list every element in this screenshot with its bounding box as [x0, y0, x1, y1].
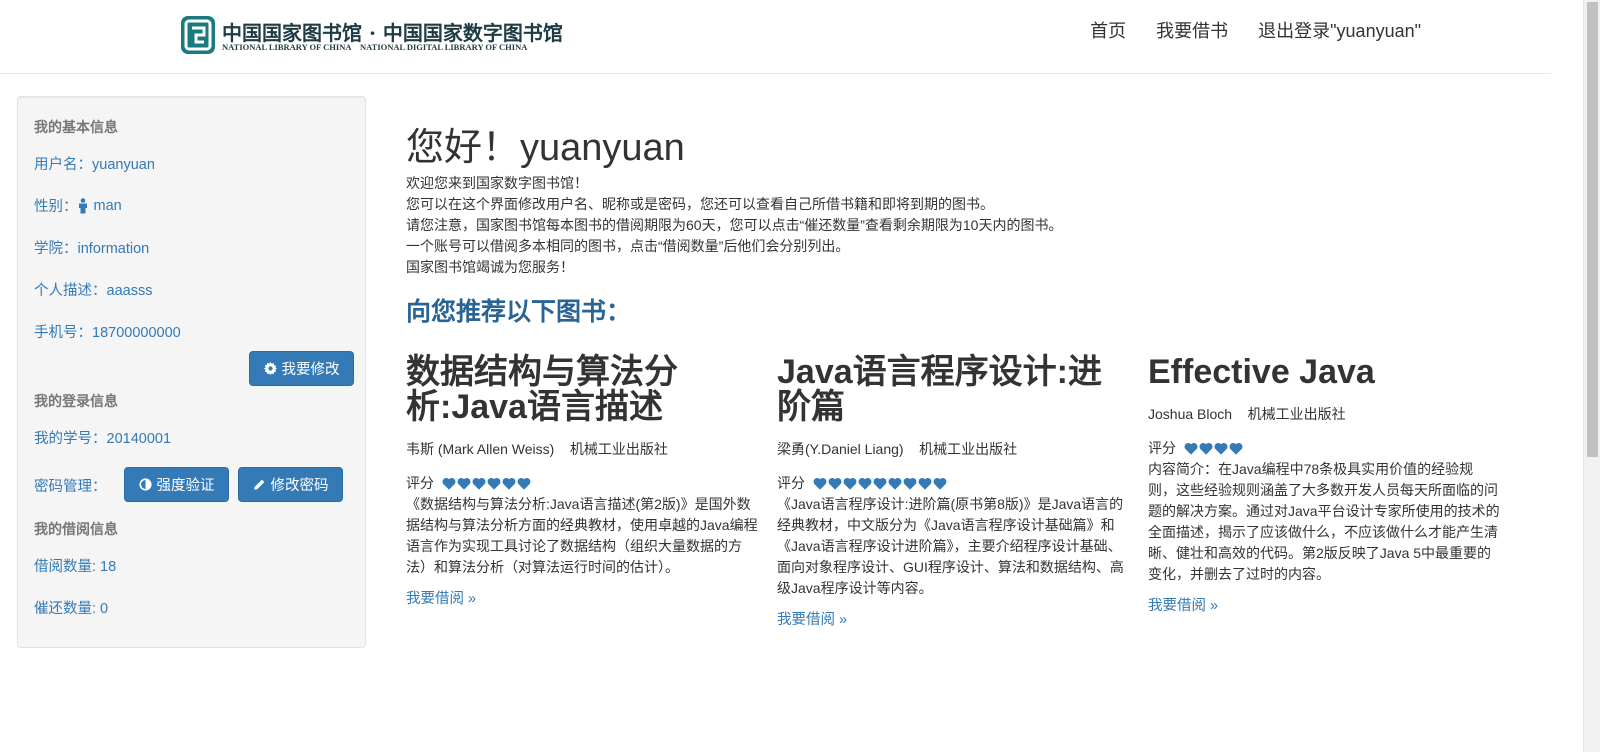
- nav-borrow-books[interactable]: 我要借书: [1156, 20, 1228, 42]
- greeting-title: 您好！yuanyuan: [406, 127, 685, 169]
- heart-icon: [828, 477, 842, 490]
- page-scrollbar[interactable]: [1583, 0, 1600, 752]
- heart-icon: [457, 477, 471, 490]
- book-card: 数据结构与算法分析:Java语言描述 韦斯 (Mark Allen Weiss)…: [406, 355, 758, 608]
- book-description: 内容简介：在Java编程中78条极具实用价值的经验规则，这些经验规则涵盖了大多数…: [1148, 461, 1500, 582]
- rating-label: 评分: [1148, 440, 1176, 456]
- book-author: 韦斯 (Mark Allen Weiss): [406, 441, 555, 457]
- change-password-button[interactable]: 修改密码: [238, 467, 343, 502]
- heart-icon: [487, 477, 501, 490]
- logo-english-text-right: NATIONAL DIGITAL LIBRARY OF CHINA: [360, 42, 528, 52]
- intro-line: 一个账号可以借阅多本相同的图书，点击“借阅数量”后他们会分别列出。: [406, 238, 850, 254]
- heart-icon: [933, 477, 947, 490]
- change-password-label: 修改密码: [270, 478, 329, 494]
- book-meta: 韦斯 (Mark Allen Weiss) 机械工业出版社: [406, 439, 758, 459]
- password-strength-button[interactable]: 强度验证: [124, 467, 229, 502]
- student-id-field: 我的学号：20140001: [34, 431, 172, 447]
- heart-icon: [918, 477, 932, 490]
- rating-hearts: [442, 477, 531, 490]
- book-rating: 评分: [777, 474, 1129, 492]
- heart-icon: [502, 477, 516, 490]
- recommend-heading: 向您推荐以下图书：: [406, 298, 632, 326]
- borrow-book-link[interactable]: 我要借阅 »: [1148, 594, 1218, 615]
- scrollbar-thumb[interactable]: [1587, 2, 1598, 457]
- book-publisher: 机械工业出版社: [569, 441, 668, 457]
- rating-hearts: [813, 477, 947, 490]
- heart-icon: [858, 477, 872, 490]
- heart-icon: [1229, 442, 1243, 455]
- gender-value: man: [93, 197, 122, 214]
- heart-icon: [813, 477, 827, 490]
- book-rating: 评分: [406, 474, 758, 492]
- heart-icon: [517, 477, 531, 490]
- book-description: 《Java语言程序设计:进阶篇(原书第8版)》是Java语言的经典教材，中文版分…: [777, 496, 1124, 596]
- book-card: Effective Java Joshua Bloch 机械工业出版社 评分 内…: [1148, 355, 1500, 615]
- book-meta: Joshua Bloch 机械工业出版社: [1148, 404, 1500, 424]
- intro-line: 国家图书馆竭诚为您服务！: [406, 259, 574, 275]
- book-description: 《数据结构与算法分析:Java语言描述(第2版)》是国外数据结构与算法分析方面的…: [406, 496, 758, 575]
- nav-logout[interactable]: 退出登录"yuanyuan": [1258, 20, 1421, 42]
- rating-label: 评分: [406, 475, 434, 491]
- rating-label: 评分: [777, 475, 805, 491]
- user-info-panel: 我的基本信息 用户名：yuanyuan 性别： man 学院：informati…: [17, 96, 366, 648]
- heart-icon: [472, 477, 486, 490]
- intro-line: 欢迎您来到国家数字图书馆！: [406, 175, 588, 191]
- basic-info-heading: 我的基本信息: [34, 119, 118, 135]
- book-rating: 评分: [1148, 439, 1500, 457]
- password-management-label: 密码管理：: [34, 479, 107, 495]
- top-navbar: 中国国家图书馆 · 中国国家数字图书馆 NATIONAL LIBRARY OF …: [0, 0, 1551, 74]
- book-publisher: 机械工业出版社: [1247, 406, 1346, 422]
- main-nav: 首页 我要借书 退出登录"yuanyuan": [1090, 20, 1421, 42]
- heart-icon: [1184, 442, 1198, 455]
- borrow-book-link[interactable]: 我要借阅 »: [777, 608, 847, 629]
- library-logo[interactable]: 中国国家图书馆 · 中国国家数字图书馆 NATIONAL LIBRARY OF …: [180, 15, 563, 57]
- intro-line: 您可以在这个界面修改用户名、昵称或是密码，您还可以查看自己所借书籍和即将到期的图…: [406, 196, 994, 212]
- book-title: Effective Java: [1148, 353, 1375, 391]
- heart-icon: [888, 477, 902, 490]
- gender-field: 性别： man: [34, 195, 122, 216]
- heart-icon: [903, 477, 917, 490]
- intro-line: 请您注意，国家图书馆每本图书的借阅期限为60天，您可以点击“催还数量”查看剩余期…: [406, 217, 1063, 233]
- book-author: 梁勇(Y.Daniel Liang): [777, 441, 904, 457]
- intro-text: 欢迎您来到国家数字图书馆！ 您可以在这个界面修改用户名、昵称或是密码，您还可以查…: [406, 173, 1062, 278]
- book-title: 数据结构与算法分析:Java语言描述: [406, 353, 678, 426]
- edit-profile-label: 我要修改: [281, 362, 340, 378]
- gender-label: 性别：: [34, 199, 78, 215]
- logo-english-text-left: NATIONAL LIBRARY OF CHINA: [222, 42, 352, 52]
- book-meta: 梁勇(Y.Daniel Liang) 机械工业出版社: [777, 439, 1129, 459]
- heart-icon: [1214, 442, 1228, 455]
- return-count-link[interactable]: 催还数量: 0: [34, 597, 108, 618]
- college-field: 学院：information: [34, 241, 150, 257]
- heart-icon: [1199, 442, 1213, 455]
- login-info-heading: 我的登录信息: [34, 393, 118, 409]
- book-publisher: 机械工业出版社: [919, 441, 1018, 457]
- rating-hearts: [1184, 442, 1243, 455]
- book-card: Java语言程序设计:进阶篇 梁勇(Y.Daniel Liang) 机械工业出版…: [777, 355, 1129, 629]
- borrow-info-heading: 我的借阅信息: [34, 521, 118, 537]
- password-strength-label: 强度验证: [156, 478, 215, 494]
- nav-home[interactable]: 首页: [1090, 20, 1126, 42]
- heart-icon: [873, 477, 887, 490]
- contrast-icon: [138, 478, 152, 491]
- book-title: Java语言程序设计:进阶篇: [777, 353, 1102, 426]
- username-field: 用户名：yuanyuan: [34, 157, 155, 173]
- male-icon: [78, 197, 87, 213]
- heart-icon: [442, 477, 456, 490]
- borrow-book-link[interactable]: 我要借阅 »: [406, 587, 476, 608]
- heart-icon: [843, 477, 857, 490]
- edit-profile-button[interactable]: 我要修改: [249, 351, 354, 386]
- library-emblem-icon: [181, 16, 215, 54]
- book-author: Joshua Bloch: [1148, 406, 1233, 422]
- borrow-count-link[interactable]: 借阅数量: 18: [34, 555, 116, 576]
- phone-field: 手机号：18700000000: [34, 325, 181, 341]
- description-field: 个人描述：aaasss: [34, 283, 153, 299]
- gear-icon: [263, 362, 277, 375]
- pencil-icon: [253, 479, 264, 490]
